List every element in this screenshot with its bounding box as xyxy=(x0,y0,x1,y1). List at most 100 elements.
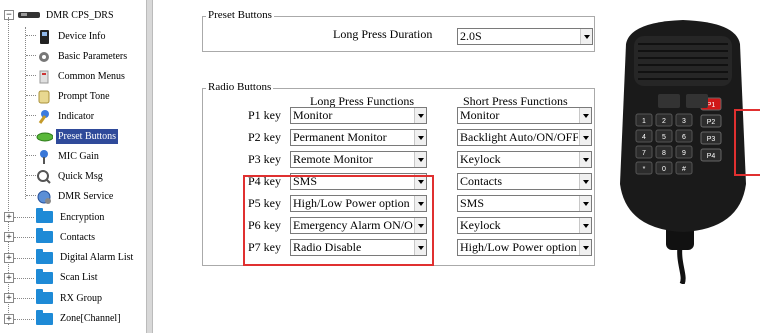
radio-device-icon xyxy=(17,10,41,20)
short-press-select-p4[interactable]: Contacts xyxy=(457,173,592,190)
tree-item-label: Preset Buttons xyxy=(56,128,119,144)
keypad-key-label: 5 xyxy=(662,134,666,141)
tree-folder-digital-alarm-list[interactable]: Digital Alarm List xyxy=(36,248,135,267)
tree-item-prompt-tone[interactable]: Prompt Tone xyxy=(36,87,112,105)
keypad-key-label: 2 xyxy=(662,118,666,125)
keypad-key-label: * xyxy=(643,166,646,173)
tree-item-label: DMR Service xyxy=(58,190,114,202)
green-button-icon xyxy=(36,129,54,144)
key-label: P1 key xyxy=(248,108,281,122)
folder-icon xyxy=(36,268,53,284)
tree-item-label: Device Info xyxy=(58,30,106,42)
menu-icon xyxy=(36,69,53,84)
tree-folder-label: Contacts xyxy=(60,231,95,243)
tree-root[interactable]: − DMR CPS_DRS xyxy=(4,6,116,24)
tree-folder-label: Encryption xyxy=(60,211,105,223)
main-panel: Preset Buttons Long Press Duration 2.0S … xyxy=(153,0,760,333)
tree-folder-zone-channel-[interactable]: Zone[Channel] xyxy=(36,309,123,328)
dropdown-arrow-icon[interactable] xyxy=(579,174,591,189)
p-key-label: P2 xyxy=(707,119,716,126)
highlight-box xyxy=(243,175,434,266)
pkeys-highlight-box xyxy=(734,109,760,176)
tree-item-dmr-service[interactable]: DMR Service xyxy=(36,187,115,205)
long-press-select-p2[interactable]: Permanent Monitor xyxy=(290,129,427,146)
tree-folder-label: Zone[Channel] xyxy=(60,313,121,324)
preset-buttons-title: Preset Buttons xyxy=(206,9,274,21)
p-key-label: P1 xyxy=(707,102,716,109)
tree-item-indicator[interactable]: Indicator xyxy=(36,107,96,125)
tree-folder-rx-group[interactable]: RX Group xyxy=(36,289,104,307)
splitter[interactable] xyxy=(146,0,153,333)
short-press-select-p2[interactable]: Backlight Auto/ON/OFF xyxy=(457,129,592,146)
dropdown-arrow-icon[interactable] xyxy=(580,29,592,44)
expand-icon[interactable]: + xyxy=(4,252,14,263)
expand-icon[interactable]: + xyxy=(4,272,14,283)
tree-folder-label: RX Group xyxy=(60,292,102,304)
short-press-select-p7[interactable]: High/Low Power option xyxy=(457,239,592,256)
keypad-key-label: 8 xyxy=(662,150,666,157)
p-key-label: P4 xyxy=(707,153,716,160)
tree-item-common-menus[interactable]: Common Menus xyxy=(36,67,127,85)
tree-item-preset-buttons[interactable]: Preset Buttons xyxy=(36,127,119,145)
tree-item-device-info[interactable]: Device Info xyxy=(36,27,107,45)
tree-folder-label: Digital Alarm List xyxy=(60,252,134,264)
tree-folder-contacts[interactable]: Contacts xyxy=(36,228,97,246)
folder-icon xyxy=(36,289,53,305)
scroll-icon xyxy=(36,89,53,104)
key-label: P2 key xyxy=(248,130,281,144)
key-label: P3 key xyxy=(248,152,281,166)
message-icon xyxy=(36,169,53,184)
dropdown-arrow-icon[interactable] xyxy=(414,130,426,145)
expand-icon[interactable]: + xyxy=(4,212,14,222)
short-press-select-p1[interactable]: Monitor xyxy=(457,107,592,124)
dropdown-arrow-icon[interactable] xyxy=(579,218,591,233)
tree-folder-encryption[interactable]: Encryption xyxy=(36,208,106,226)
preset-buttons-group: Preset Buttons Long Press Duration 2.0S xyxy=(202,9,595,52)
short-press-select-p3[interactable]: Keylock xyxy=(457,151,592,168)
tree-folder-label: Scan List xyxy=(60,272,98,284)
short-press-select-p6[interactable]: Keylock xyxy=(457,217,592,234)
tree-item-label: Basic Parameters xyxy=(58,50,128,62)
keypad-key-label: 9 xyxy=(682,150,686,157)
tree-item-quick-msg[interactable]: Quick Msg xyxy=(36,167,105,185)
radio-buttons-title: Radio Buttons xyxy=(206,81,274,93)
globe-icon xyxy=(36,189,53,204)
radio-device-icon xyxy=(36,29,53,44)
keypad-key-label: 7 xyxy=(642,150,646,157)
long-press-select-p3[interactable]: Remote Monitor xyxy=(290,151,427,168)
keypad-key-label: 4 xyxy=(642,134,646,141)
expand-icon[interactable]: + xyxy=(4,232,14,243)
dropdown-arrow-icon[interactable] xyxy=(579,108,591,123)
dropdown-arrow-icon[interactable] xyxy=(414,108,426,123)
radio-buttons-group: Radio Buttons Long Press Functions Short… xyxy=(202,81,595,266)
short-press-select-p5[interactable]: SMS xyxy=(457,195,592,212)
pencil-indicator-icon xyxy=(36,109,53,124)
folder-icon xyxy=(36,309,53,325)
navigation-tree: − DMR CPS_DRS Device Info Basic Parameter… xyxy=(0,0,146,333)
folder-icon xyxy=(36,228,53,244)
gear-icon xyxy=(36,49,53,64)
dropdown-arrow-icon[interactable] xyxy=(579,130,591,145)
long-press-duration-select[interactable]: 2.0S xyxy=(457,28,593,45)
collapse-icon[interactable]: − xyxy=(4,10,14,20)
dropdown-arrow-icon[interactable] xyxy=(579,240,591,255)
tree-item-mic-gain[interactable]: MIC Gain xyxy=(36,147,101,165)
microphone-icon xyxy=(36,149,53,164)
tree-item-label: MIC Gain xyxy=(58,150,99,162)
keypad-key-label: # xyxy=(682,166,686,173)
keypad-key-label: 0 xyxy=(662,166,666,173)
tree-item-label: Common Menus xyxy=(58,70,125,82)
dropdown-arrow-icon[interactable] xyxy=(579,196,591,211)
long-press-duration-label: Long Press Duration xyxy=(333,27,433,41)
dropdown-arrow-icon[interactable] xyxy=(414,152,426,167)
expand-icon[interactable]: + xyxy=(4,293,14,304)
keypad-key-label: 1 xyxy=(642,118,646,125)
long-press-select-p1[interactable]: Monitor xyxy=(290,107,427,124)
tree-folder-scan-list[interactable]: Scan List xyxy=(36,268,100,287)
microphone-image: 1 2 3 4 5 6 7 8 9 * 0 # P1 P2 P3 P4 xyxy=(608,14,760,286)
dropdown-arrow-icon[interactable] xyxy=(579,152,591,167)
p-key-label: P3 xyxy=(707,136,716,143)
expand-icon[interactable]: + xyxy=(4,313,14,324)
tree-item-basic-parameters[interactable]: Basic Parameters xyxy=(36,47,129,65)
folder-icon xyxy=(36,208,53,223)
